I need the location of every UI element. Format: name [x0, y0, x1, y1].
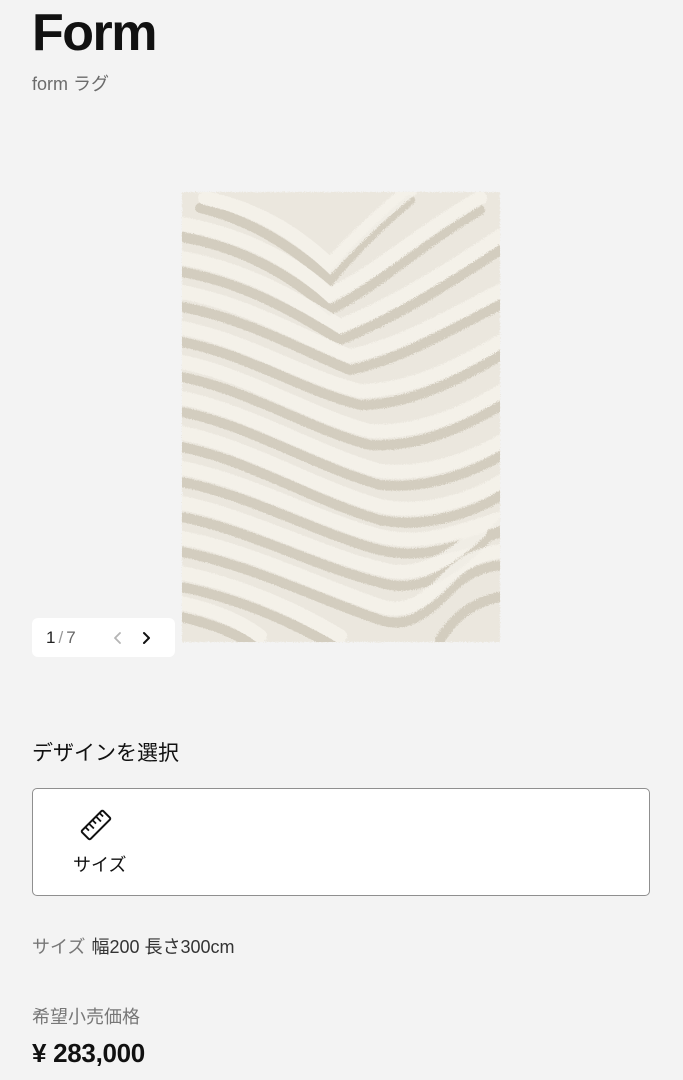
design-option-label: サイズ	[73, 855, 127, 875]
rug-image	[182, 192, 500, 642]
price-label: 希望小売価格	[32, 1007, 140, 1027]
design-options: サイズ	[32, 788, 650, 896]
price-value: ¥ 283,000	[32, 1038, 145, 1068]
gallery-pager: 1/7	[32, 618, 175, 657]
design-select-heading: デザインを選択	[32, 742, 179, 765]
size-value: 幅200 長さ300cm	[91, 937, 235, 957]
size-label: サイズ	[32, 937, 86, 957]
gallery-counter: 1/7	[46, 627, 76, 647]
size-info: サイズ 幅200 長さ300cm	[32, 935, 235, 959]
product-title: Form	[32, 4, 158, 62]
gallery-prev-button[interactable]	[104, 624, 132, 652]
product-image[interactable]	[180, 190, 502, 644]
product-subtitle: form ラグ	[32, 74, 110, 94]
ruler-icon	[80, 809, 112, 841]
chevron-left-icon	[114, 631, 121, 644]
chevron-right-icon	[143, 631, 150, 644]
gallery-next-button[interactable]	[132, 624, 160, 652]
design-option-size[interactable]: サイズ	[69, 807, 141, 879]
